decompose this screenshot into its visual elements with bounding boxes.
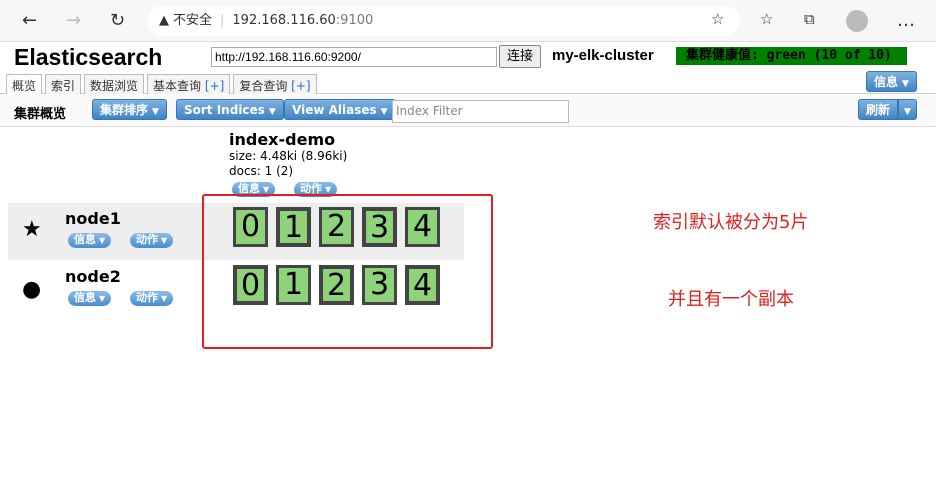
annotation-replica: 并且有一个副本 xyxy=(668,289,794,310)
node-info-button[interactable]: 信息 ▼ xyxy=(68,233,112,248)
index-docs: docs: 1 (2) xyxy=(229,164,294,178)
collections-icon[interactable]: ⧉ xyxy=(804,10,815,28)
index-header: index-demo size: 4.48ki (8.96ki) docs: 1… xyxy=(229,130,347,179)
connect-url-input[interactable]: http://192.168.116.60:9200/ xyxy=(211,47,497,67)
favorites-icon[interactable]: ☆ xyxy=(760,10,773,28)
node-action-button[interactable]: 动作 ▼ xyxy=(130,233,174,248)
tab-browser[interactable]: 数据浏览 xyxy=(84,74,145,94)
node-action-button[interactable]: 动作 ▼ xyxy=(130,291,174,306)
reload-icon[interactable]: ↻ xyxy=(110,10,125,31)
profile-icon[interactable] xyxy=(846,10,868,32)
more-icon[interactable]: … xyxy=(897,10,915,31)
tab-compound-query[interactable]: 复合查询 [+] xyxy=(233,74,317,94)
sort-cluster-button[interactable]: 集群排序 ▼ xyxy=(92,99,167,120)
sort-indices-button[interactable]: Sort Indices ▼ xyxy=(176,99,284,120)
connect-button[interactable]: 连接 xyxy=(499,45,541,68)
tab-indices[interactable]: 索引 xyxy=(45,74,82,94)
node-name: node1 xyxy=(65,209,121,228)
browser-toolbar: ← → ↻ ▲ 不安全 | 192.168.116.60:9100 ☆ ☆ ⧉ … xyxy=(0,0,936,42)
cluster-toolbar: 集群概览 集群排序 ▼ Sort Indices ▼ View Aliases ▼ I… xyxy=(0,95,936,127)
refresh-button[interactable]: 刷新 xyxy=(858,99,899,120)
url-port: :9100 xyxy=(335,13,374,28)
warning-icon: ▲ xyxy=(159,13,169,28)
node-name: node2 xyxy=(65,267,121,286)
cluster-health-badge: 集群健康值: green (10 of 10) xyxy=(676,47,907,65)
refresh-options-button[interactable]: ▼ xyxy=(898,99,917,120)
circle-icon: ● xyxy=(22,277,42,302)
index-name: index-demo xyxy=(229,130,336,149)
address-bar[interactable]: ▲ 不安全 | 192.168.116.60:9100 xyxy=(147,6,740,36)
tab-basic-query[interactable]: 基本查询 [+] xyxy=(147,74,231,94)
view-aliases-button[interactable]: View Aliases ▼ xyxy=(284,99,396,120)
forward-icon[interactable]: → xyxy=(66,10,81,31)
cluster-name: my-elk-cluster xyxy=(552,47,654,64)
index-filter-input[interactable]: Index Filter xyxy=(392,100,569,123)
url-host: 192.168.116.60 xyxy=(232,13,336,28)
highlight-box xyxy=(202,194,493,349)
star-icon: ★ xyxy=(22,217,42,242)
app-header: Elasticsearch http://192.168.116.60:9200… xyxy=(0,42,936,94)
back-icon[interactable]: ← xyxy=(22,10,37,31)
tab-overview[interactable]: 概览 xyxy=(6,74,43,94)
index-size: size: 4.48ki (8.96ki) xyxy=(229,149,348,163)
cluster-overview-label: 集群概览 xyxy=(14,107,67,122)
favorite-add-icon[interactable]: ☆ xyxy=(711,10,724,28)
annotation-shards: 索引默认被分为5片 xyxy=(653,212,809,233)
node-info-button[interactable]: 信息 ▼ xyxy=(68,291,112,306)
app-title: Elasticsearch xyxy=(14,44,163,70)
info-menu-button[interactable]: 信息 ▼ xyxy=(866,71,917,92)
security-label: 不安全 xyxy=(173,13,213,28)
